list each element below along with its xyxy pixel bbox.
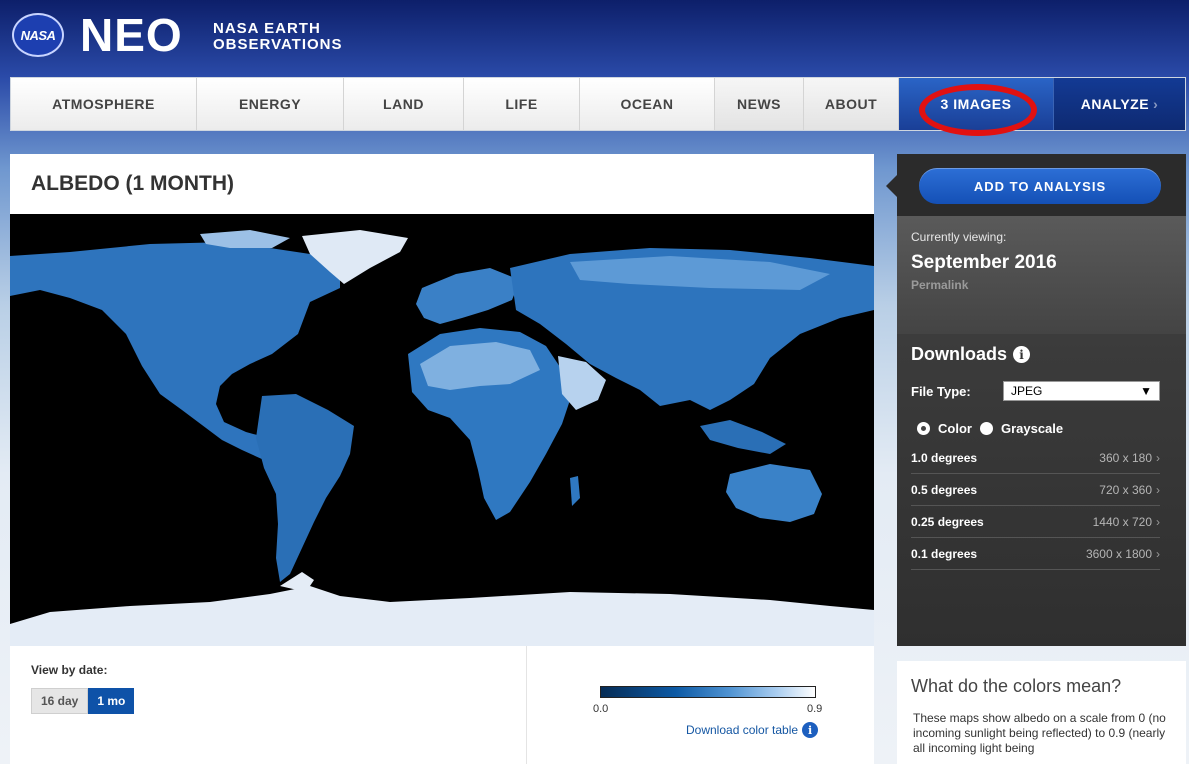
downloads-heading: Downloads i [911,344,1031,365]
color-scale-bar [600,686,816,698]
neo-logo-subtitle: NASA EARTH OBSERVATIONS [213,21,343,53]
chevron-right-icon: › [1153,96,1159,112]
colors-explanation-box: What do the colors mean? These maps show… [897,661,1186,764]
scale-max-label: 0.9 [807,703,823,715]
date-range-toggle: 16 day 1 mo [31,688,135,714]
nav-images[interactable]: 3 IMAGES [899,78,1054,136]
permalink-link[interactable]: Permalink [911,278,968,292]
toggle-16-day[interactable]: 16 day [31,688,89,714]
resolution-row[interactable]: 0.5 degrees 720 x 360 › [911,474,1160,506]
colors-description: These maps show albedo on a scale from 0… [913,711,1166,755]
currently-viewing-label: Currently viewing: [911,230,1007,244]
download-color-table-label: Download color table [686,723,799,737]
highlight-circle [919,84,1037,136]
nav-atmosphere[interactable]: ATMOSPHERE [11,78,197,130]
info-icon[interactable]: i [1013,346,1031,363]
nav-ocean[interactable]: OCEAN [580,78,715,130]
side-panel-top: ADD TO ANALYSIS [886,154,1186,216]
world-map-graphic [10,214,874,646]
file-type-select[interactable]: JPEG ▼ [1003,381,1160,401]
resolution-row[interactable]: 0.25 degrees 1440 x 720 › [911,506,1160,538]
resolution-pixels: 3600 x 1800 › [1085,546,1160,561]
albedo-map-image [10,214,874,646]
nav-about[interactable]: ABOUT [804,78,899,130]
nav-analyze-label: ANALYZE [1080,96,1150,112]
neo-logo-title[interactable]: NEO [80,12,183,58]
panel-pointer [886,174,898,198]
subtitle-line-2: OBSERVATIONS [213,36,343,53]
current-date: September 2016 [911,252,1057,273]
resolution-row[interactable]: 0.1 degrees 3600 x 1800 › [911,538,1160,570]
color-mode-radios: Color Grayscale [917,421,1063,436]
file-type-label: File Type: [911,384,971,399]
downloads-title: Downloads [911,344,1008,364]
currently-viewing-block: Currently viewing: September 2016 Permal… [897,216,1186,334]
main-nav: ATMOSPHERE ENERGY LAND LIFE OCEAN NEWS A… [10,77,1186,136]
dataset-title: ALBEDO (1 MONTH) [31,172,234,195]
download-color-table-link[interactable]: Download color table i [686,722,819,738]
toggle-1-month[interactable]: 1 mo [88,688,135,714]
nav-news[interactable]: NEWS [715,78,804,130]
dropdown-arrow-icon: ▼ [1140,384,1152,398]
nav-analyze[interactable]: ANALYZE › [1054,78,1185,130]
resolution-degrees: 0.25 degrees [911,514,984,529]
map-controls: View by date: 16 day 1 mo 0.0 0.9 Downlo… [10,646,874,764]
dataset-card: ALBEDO (1 MONTH) View by date: 16 day 1 … [10,154,874,764]
colors-title: What do the colors mean? [911,676,1122,696]
resolution-degrees: 0.1 degrees [911,546,978,561]
resolution-degrees: 0.5 degrees [911,482,978,497]
radio-grayscale[interactable] [979,422,993,435]
controls-divider [526,646,527,764]
chevron-right-icon: › [1156,514,1160,529]
resolution-degrees: 1.0 degrees [911,450,978,465]
resolution-pixels: 1440 x 720 › [1092,514,1160,529]
radio-color[interactable] [917,422,930,435]
scale-min-label: 0.0 [593,703,609,715]
subtitle-line-1: NASA EARTH [213,20,321,37]
site-header: NASA NEO NASA EARTH OBSERVATIONS [0,0,1189,78]
chevron-right-icon: › [1156,482,1160,497]
resolution-row[interactable]: 1.0 degrees 360 x 180 › [911,442,1160,474]
chevron-right-icon: › [1156,450,1160,465]
nav-life[interactable]: LIFE [464,78,580,130]
nav-land[interactable]: LAND [344,78,464,130]
info-icon[interactable]: i [802,722,819,738]
radio-color-label[interactable]: Color [938,421,972,436]
resolution-pixels: 360 x 180 › [1099,450,1160,465]
nasa-logo[interactable]: NASA [12,13,64,57]
side-panel: ADD TO ANALYSIS Currently viewing: Septe… [886,154,1186,646]
view-by-date-label: View by date: [31,663,108,677]
resolution-list: 1.0 degrees 360 x 180 › 0.5 degrees 720 x… [911,442,1160,570]
radio-grayscale-label[interactable]: Grayscale [1001,421,1063,436]
resolution-pixels: 720 x 360 › [1099,482,1160,497]
nav-energy[interactable]: ENERGY [197,78,344,130]
file-type-value: JPEG [1011,384,1043,398]
chevron-right-icon: › [1156,546,1160,561]
add-to-analysis-button[interactable]: ADD TO ANALYSIS [919,168,1161,204]
